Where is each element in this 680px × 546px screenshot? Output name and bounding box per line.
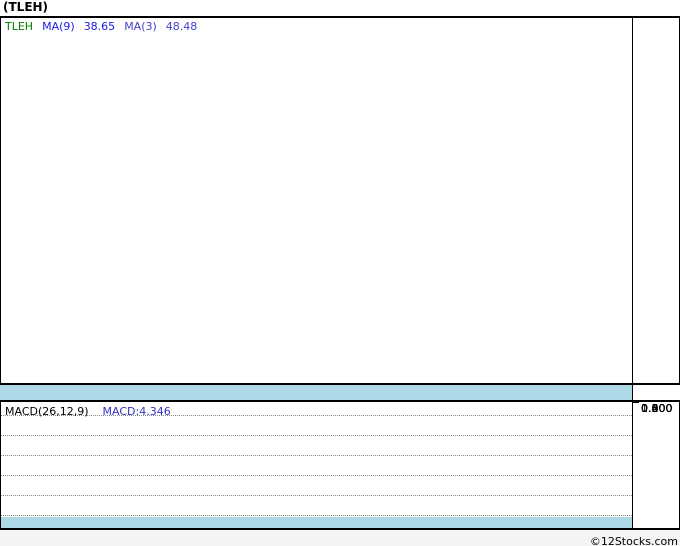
separator-band-fill (0, 385, 632, 400)
macd-axis-tick-label: 0.000 (641, 402, 673, 415)
separator-band (0, 385, 680, 400)
ticker-label: TLEH (5, 20, 34, 33)
macd-legend-label: MACD(26,12,9) (5, 405, 89, 418)
price-axis-divider (632, 18, 633, 383)
chart-title: (TLEH) (3, 0, 49, 14)
macd-panel: MACD(26,12,9) MACD:4.346 1.000 0.800 0.6… (0, 400, 680, 530)
macd-gridline (1, 475, 632, 476)
price-panel: TLEH MA(9) 38.65 MA(3) 48.48 (0, 16, 680, 385)
separator-band-divider (632, 385, 633, 400)
macd-legend: MACD(26,12,9) MACD:4.346 (5, 405, 171, 418)
macd-gridline (1, 515, 632, 516)
ma3-label: MA(3) (124, 20, 157, 33)
macd-axis-divider (632, 402, 633, 528)
macd-gridline (1, 455, 632, 456)
macd-gridline (1, 495, 632, 496)
ma9-label: MA(9) (42, 20, 75, 33)
price-legend: TLEH MA(9) 38.65 MA(3) 48.48 (5, 20, 197, 33)
macd-bottom-band (1, 517, 632, 528)
ma9-value: 38.65 (83, 20, 116, 33)
ma3-value: 48.48 (165, 20, 198, 33)
footer-strip: ©12Stocks.com (0, 530, 680, 546)
watermark-text: ©12Stocks.com (589, 535, 678, 546)
macd-gridline (1, 435, 632, 436)
macd-legend-value: MACD:4.346 (102, 405, 171, 418)
stock-chart-page: (TLEH) TLEH MA(9) 38.65 MA(3) 48.48 MACD… (0, 0, 680, 546)
macd-axis-tick (632, 402, 639, 403)
